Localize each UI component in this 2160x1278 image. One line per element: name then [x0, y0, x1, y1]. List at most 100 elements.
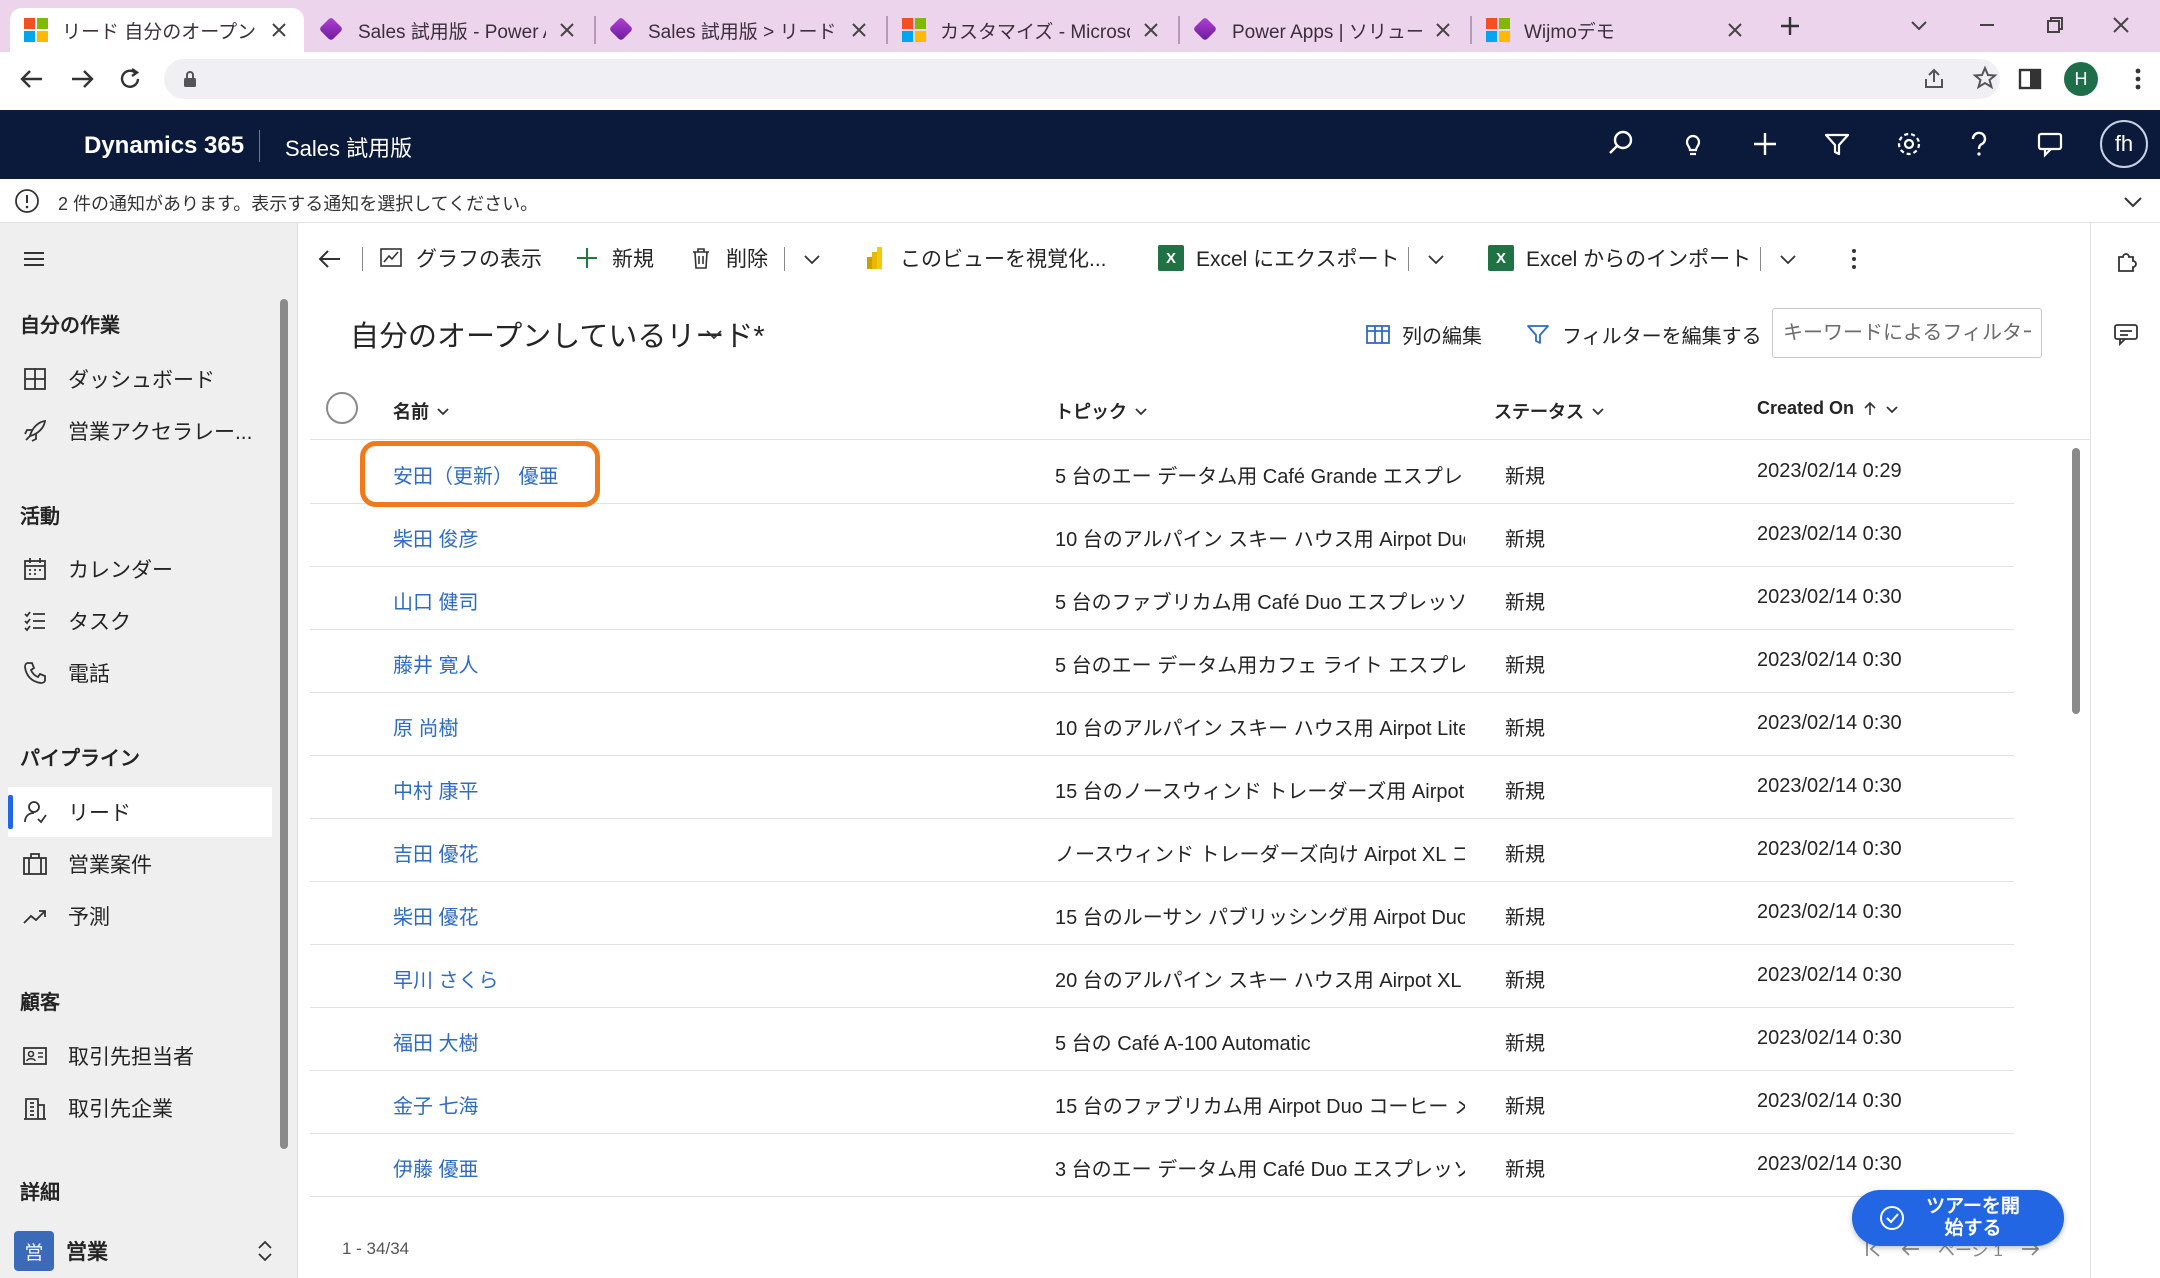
area-switcher[interactable]: 営 営業	[0, 1224, 298, 1278]
browser-tab[interactable]: Power Apps | ソリューション	[1180, 8, 1468, 52]
close-icon[interactable]	[1140, 19, 1162, 41]
browser-menu-icon[interactable]	[2124, 65, 2152, 93]
lock-icon[interactable]	[180, 69, 200, 89]
column-header-name[interactable]: 名前	[393, 398, 451, 424]
nav-item-forecast[interactable]: 予測	[8, 891, 272, 941]
profile-avatar[interactable]: H	[2064, 62, 2098, 96]
back-arrow-icon[interactable]	[18, 65, 46, 93]
chat-icon[interactable]	[2032, 125, 2070, 163]
nav-item-dashboard[interactable]: ダッシュボード	[8, 354, 272, 404]
nav-item-sales-accelerator[interactable]: 営業アクセラレー...	[8, 406, 272, 456]
reload-icon[interactable]	[116, 65, 144, 93]
table-row[interactable]: 伊藤 優亜 3 台のエー データム用 Café Duo エスプレッソ ... 新…	[310, 1134, 2014, 1197]
back-arrow-icon[interactable]	[316, 245, 344, 273]
keyword-filter-input[interactable]	[1772, 308, 2042, 358]
select-all-checkbox[interactable]	[326, 392, 358, 424]
lead-name-link[interactable]: 藤井 寛人	[393, 649, 479, 678]
table-row[interactable]: 原 尚樹 10 台のアルパイン スキー ハウス用 Airpot Lite ...…	[310, 693, 2014, 756]
nav-item-leads[interactable]: リード	[8, 787, 272, 837]
tab-search-chevron-icon[interactable]	[1906, 12, 1932, 38]
chevron-down-icon[interactable]	[1776, 247, 1800, 271]
forward-arrow-icon[interactable]	[68, 65, 96, 93]
notification-bar[interactable]: 2 件の通知があります。表示する通知を選択してください。	[0, 179, 2160, 223]
new-button[interactable]: 新規	[574, 237, 654, 279]
minimize-icon[interactable]	[1974, 12, 2000, 38]
nav-item-contacts[interactable]: 取引先担当者	[8, 1031, 272, 1081]
table-row[interactable]: 中村 康平 15 台のノースウィンド トレーダーズ用 Airpot XL ...…	[310, 756, 2014, 819]
nav-item-opportunities[interactable]: 営業案件	[8, 839, 272, 889]
browser-tab[interactable]: Wijmoデモ	[1472, 8, 1760, 52]
table-row[interactable]: 藤井 寛人 5 台のエー データム用カフェ ライト エスプレッソ ... 新規 …	[310, 630, 2014, 693]
chevron-down-icon[interactable]	[1424, 247, 1448, 271]
url-bar[interactable]	[164, 59, 2000, 99]
edit-columns-button[interactable]: 列の編集	[1364, 318, 1482, 350]
start-tour-button[interactable]: ツアーを開始する	[1852, 1190, 2064, 1246]
import-excel-button[interactable]: X Excel からのインポート	[1488, 237, 1751, 279]
lead-name-link[interactable]: 吉田 優花	[393, 838, 479, 867]
close-icon[interactable]	[268, 19, 290, 41]
hamburger-menu-icon[interactable]	[20, 245, 48, 273]
close-icon[interactable]	[1432, 19, 1454, 41]
lead-name-link[interactable]: 柴田 俊彦	[393, 523, 479, 552]
browser-tab[interactable]: Sales 試用版 - Power Apps	[306, 8, 592, 52]
nav-item-accounts[interactable]: 取引先企業	[8, 1083, 272, 1133]
export-excel-button[interactable]: X Excel にエクスポート	[1158, 237, 1400, 279]
close-icon[interactable]	[556, 19, 578, 41]
column-header-status[interactable]: ステータス	[1494, 398, 1606, 424]
column-header-topic[interactable]: トピック	[1055, 398, 1149, 424]
lead-name-link[interactable]: 柴田 優花	[393, 901, 479, 930]
browser-tab[interactable]: カスタマイズ - Microsoft Dynamics	[888, 8, 1176, 52]
help-icon[interactable]	[1960, 125, 1998, 163]
new-tab-plus-icon[interactable]	[1776, 12, 1804, 40]
more-options-icon[interactable]	[1840, 245, 1868, 273]
lead-name-link[interactable]: 伊藤 優亜	[393, 1153, 479, 1182]
lead-name-link[interactable]: 原 尚樹	[393, 712, 459, 741]
notification-text[interactable]: 2 件の通知があります。表示する通知を選択してください。	[58, 190, 538, 216]
chevron-down-icon[interactable]	[2120, 189, 2146, 215]
table-row[interactable]: 柴田 優花 15 台のルーサン パブリッシング用 Airpot Duo ... …	[310, 882, 2014, 945]
nav-item-tasks[interactable]: タスク	[8, 596, 272, 646]
browser-tab[interactable]: リード 自分のオープンしているリード	[10, 8, 304, 52]
puzzle-piece-icon[interactable]	[2111, 249, 2141, 279]
table-row[interactable]: 金子 七海 15 台のファブリカム用 Airpot Duo コーヒー メー...…	[310, 1071, 2014, 1134]
visualize-view-button[interactable]: このビューを視覚化...	[862, 237, 1107, 279]
close-icon[interactable]	[1724, 19, 1746, 41]
gear-icon[interactable]	[1890, 125, 1928, 163]
table-row[interactable]: 柴田 俊彦 10 台のアルパイン スキー ハウス用 Airpot Duo... …	[310, 504, 2014, 567]
show-chart-button[interactable]: グラフの表示	[378, 237, 542, 279]
side-panel-icon[interactable]	[2016, 65, 2044, 93]
lead-name-link[interactable]: 中村 康平	[393, 775, 479, 804]
nav-item-calendar[interactable]: カレンダー	[8, 544, 272, 594]
filter-icon[interactable]	[1818, 125, 1856, 163]
bookmark-star-icon[interactable]	[1972, 65, 1998, 91]
lead-name-link[interactable]: 早川 さくら	[393, 964, 499, 993]
lead-name-link[interactable]: 山口 健司	[393, 586, 479, 615]
nav-item-phone[interactable]: 電話	[8, 648, 272, 698]
chat-icon[interactable]	[2111, 319, 2141, 349]
view-selector-chevron-icon[interactable]	[702, 322, 726, 346]
window-close-icon[interactable]	[2108, 12, 2134, 38]
close-icon[interactable]	[848, 19, 870, 41]
table-row[interactable]: 吉田 優花 ノースウィンド トレーダーズ向け Airpot XL コーヒ... …	[310, 819, 2014, 882]
plus-icon[interactable]	[1746, 125, 1784, 163]
table-row[interactable]: 早川 さくら 20 台のアルパイン スキー ハウス用 Airpot XL ...…	[310, 945, 2014, 1008]
share-icon[interactable]	[1922, 67, 1946, 91]
nav-scrollbar[interactable]	[280, 299, 288, 1149]
table-row[interactable]: 福田 大樹 5 台の Café A-100 Automatic 新規 2023/…	[310, 1008, 2014, 1071]
grid-scrollbar[interactable]	[2072, 448, 2080, 714]
column-header-created-on[interactable]: Created On	[1757, 398, 1900, 419]
delete-button[interactable]: 削除	[688, 237, 768, 279]
chevron-down-icon[interactable]	[800, 247, 824, 271]
search-icon[interactable]	[1602, 125, 1640, 163]
restore-icon[interactable]	[2042, 12, 2068, 38]
app-area-name[interactable]: Sales 試用版	[285, 131, 412, 163]
table-row[interactable]: 山口 健司 5 台のファブリカム用 Café Duo エスプレッソ マ... 新…	[310, 567, 2014, 630]
lead-name-link[interactable]: 金子 七海	[393, 1090, 479, 1119]
edit-filters-button[interactable]: フィルターを編集する	[1524, 318, 1762, 350]
user-avatar[interactable]: fh	[2100, 120, 2148, 168]
lead-name-link[interactable]: 福田 大樹	[393, 1027, 479, 1056]
app-name[interactable]: Dynamics 365	[84, 132, 244, 160]
export-excel-label: Excel にエクスポート	[1196, 248, 1400, 271]
lightbulb-icon[interactable]	[1674, 125, 1712, 163]
browser-tab[interactable]: Sales 試用版 > リード > メイン	[596, 8, 884, 52]
